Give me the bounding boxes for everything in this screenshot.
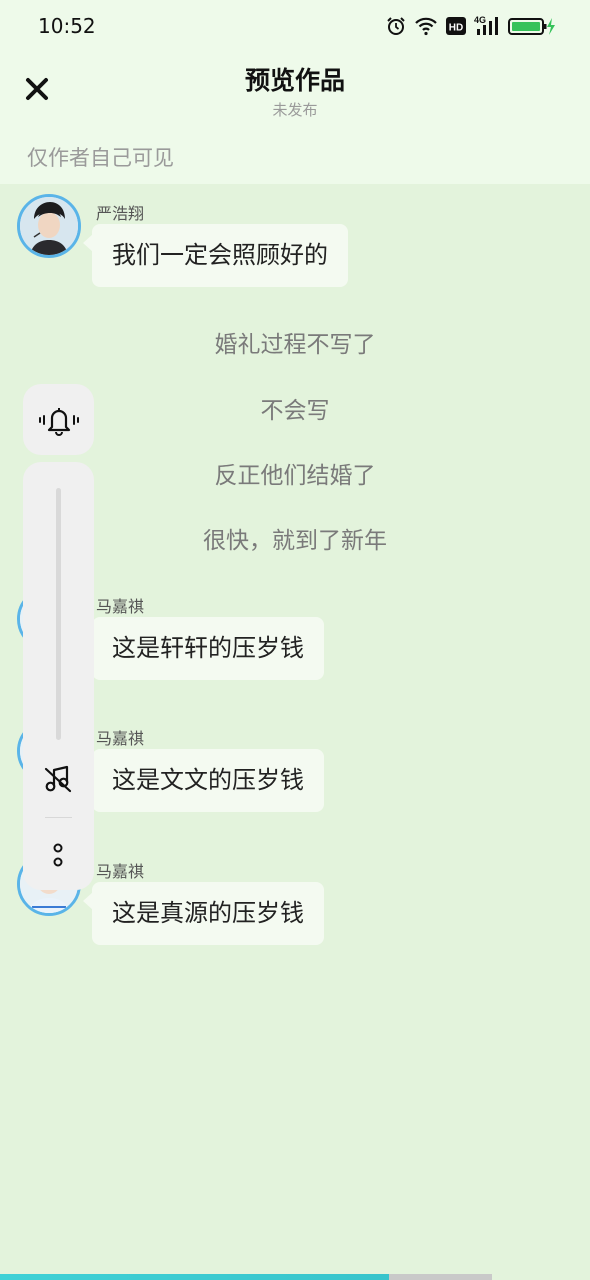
chat-bubble: 这是文文的压岁钱 — [83, 749, 324, 812]
visibility-note: 仅作者自己可见 — [27, 146, 174, 170]
sender-name: 马嘉祺 — [96, 862, 145, 881]
wifi-icon — [415, 17, 437, 36]
avatar[interactable] — [17, 194, 81, 258]
music-toggle-button[interactable] — [37, 758, 79, 800]
sender-name: 马嘉祺 — [96, 729, 145, 748]
chat-bubble: 这是轩轩的压岁钱 — [83, 617, 324, 680]
reading-progress-fill — [0, 1274, 389, 1280]
more-button[interactable] — [37, 834, 79, 876]
status-time: 10:52 — [38, 14, 96, 38]
status-icons: HD 4G — [386, 14, 556, 38]
vibrate-bell-icon — [38, 407, 79, 436]
header: 10:52 HD 4G 预览作品 未发布 仅作者自己可见 — [0, 0, 590, 184]
chat-bubble: 我们一定会照顾好的 — [83, 224, 348, 287]
status-bar: 10:52 HD 4G — [0, 0, 590, 52]
volume-slider-track[interactable] — [56, 488, 61, 740]
hd-icon: HD — [446, 17, 466, 35]
svg-text:4G: 4G — [474, 15, 486, 25]
signal-4g-icon: 4G — [474, 15, 498, 35]
divider — [45, 817, 72, 818]
music-off-icon — [44, 765, 72, 793]
reading-progress-bar — [0, 1274, 492, 1280]
sender-name: 严浩翔 — [96, 204, 145, 223]
side-control-panel — [23, 462, 94, 890]
svg-text:HD: HD — [449, 23, 463, 34]
vibrate-button[interactable] — [23, 384, 94, 455]
avatar-photo-icon — [20, 197, 78, 255]
narration-text: 婚礼过程不写了 — [214, 332, 376, 358]
sender-name: 马嘉祺 — [96, 597, 145, 616]
more-icon — [53, 843, 63, 867]
alarm-icon — [387, 17, 405, 35]
chat-bubble: 这是真源的压岁钱 — [83, 882, 324, 945]
page-subtitle: 未发布 — [272, 101, 318, 119]
battery-charging-icon — [508, 18, 555, 35]
page-title: 预览作品 — [244, 66, 345, 95]
